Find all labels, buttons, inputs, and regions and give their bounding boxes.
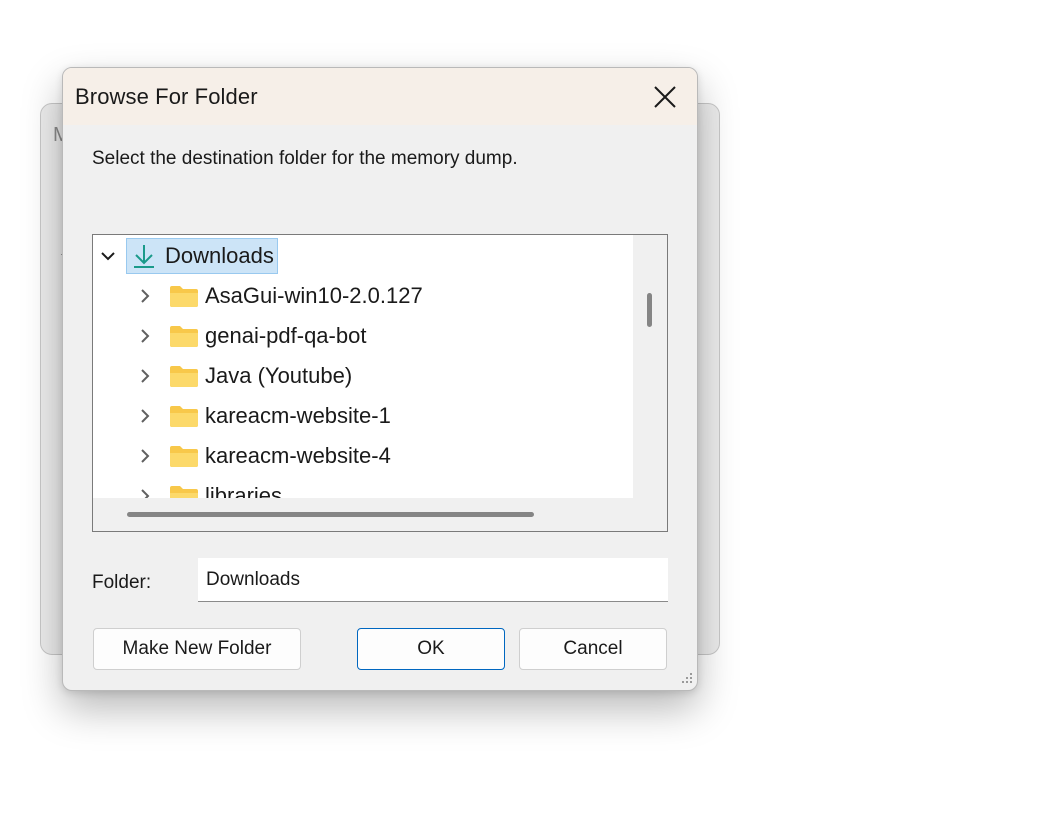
tree-expander-root[interactable]	[98, 246, 118, 266]
ok-button[interactable]: OK	[357, 628, 505, 670]
download-icon	[134, 245, 154, 268]
chevron-down-icon	[101, 252, 115, 261]
tree-item-label: kareacm-website-4	[205, 443, 391, 468]
vertical-scrollbar[interactable]	[633, 235, 667, 498]
tree-expander[interactable]	[135, 326, 155, 346]
folder-icon	[170, 486, 198, 498]
folder-icon	[170, 286, 198, 307]
tree-row[interactable]: kareacm-website-1	[135, 398, 391, 434]
horizontal-scrollbar[interactable]	[93, 498, 667, 531]
folder-icon	[170, 366, 198, 387]
cancel-button[interactable]: Cancel	[519, 628, 667, 670]
chevron-right-icon	[141, 489, 150, 498]
tree-expander[interactable]	[135, 286, 155, 306]
horizontal-scrollbar-thumb[interactable]	[127, 512, 534, 517]
tree-row[interactable]: Java (Youtube)	[135, 358, 352, 394]
close-button[interactable]	[633, 68, 697, 125]
tree-expander[interactable]	[135, 486, 155, 498]
chevron-right-icon	[141, 449, 150, 463]
tree-row[interactable]: kareacm-website-4	[135, 438, 391, 474]
folder-icon	[170, 326, 198, 347]
make-new-folder-button[interactable]: Make New Folder	[93, 628, 301, 670]
browse-for-folder-dialog: Browse For Folder Select the destination…	[62, 67, 698, 691]
tree-row[interactable]: libraries	[135, 478, 282, 498]
chevron-right-icon	[141, 409, 150, 423]
dialog-title: Browse For Folder	[75, 84, 258, 109]
folder-tree[interactable]: Downloads AsaGui-win10-2.0.127 genai-pdf…	[92, 234, 668, 532]
tree-item-downloads[interactable]: Downloads	[126, 238, 278, 274]
vertical-scrollbar-thumb[interactable]	[647, 293, 652, 327]
tree-row[interactable]: genai-pdf-qa-bot	[135, 318, 366, 354]
tree-expander[interactable]	[135, 446, 155, 466]
tree-root-row[interactable]: Downloads	[98, 238, 278, 274]
chevron-right-icon	[141, 369, 150, 383]
title-bar[interactable]: Browse For Folder	[63, 68, 697, 125]
tree-item-label: Downloads	[165, 243, 274, 268]
tree-item-label: libraries	[205, 483, 283, 498]
tree-expander[interactable]	[135, 406, 155, 426]
tree-row[interactable]: AsaGui-win10-2.0.127	[135, 278, 423, 314]
resize-grip-icon[interactable]	[678, 671, 694, 687]
tree-item-label: Java (Youtube)	[205, 363, 353, 388]
tree-expander[interactable]	[135, 366, 155, 386]
tree-item-label: kareacm-website-1	[205, 403, 391, 428]
chevron-right-icon	[141, 289, 150, 303]
folder-icon	[170, 406, 198, 427]
chevron-right-icon	[141, 329, 150, 343]
tree-viewport: Downloads AsaGui-win10-2.0.127 genai-pdf…	[93, 235, 634, 498]
folder-input[interactable]	[198, 558, 668, 602]
instruction-text: Select the destination folder for the me…	[92, 148, 518, 169]
close-icon	[654, 85, 676, 108]
folder-field-label: Folder:	[92, 572, 152, 593]
tree-item-label: AsaGui-win10-2.0.127	[205, 283, 423, 308]
tree-item-label: genai-pdf-qa-bot	[205, 323, 367, 348]
folder-icon	[170, 446, 198, 467]
